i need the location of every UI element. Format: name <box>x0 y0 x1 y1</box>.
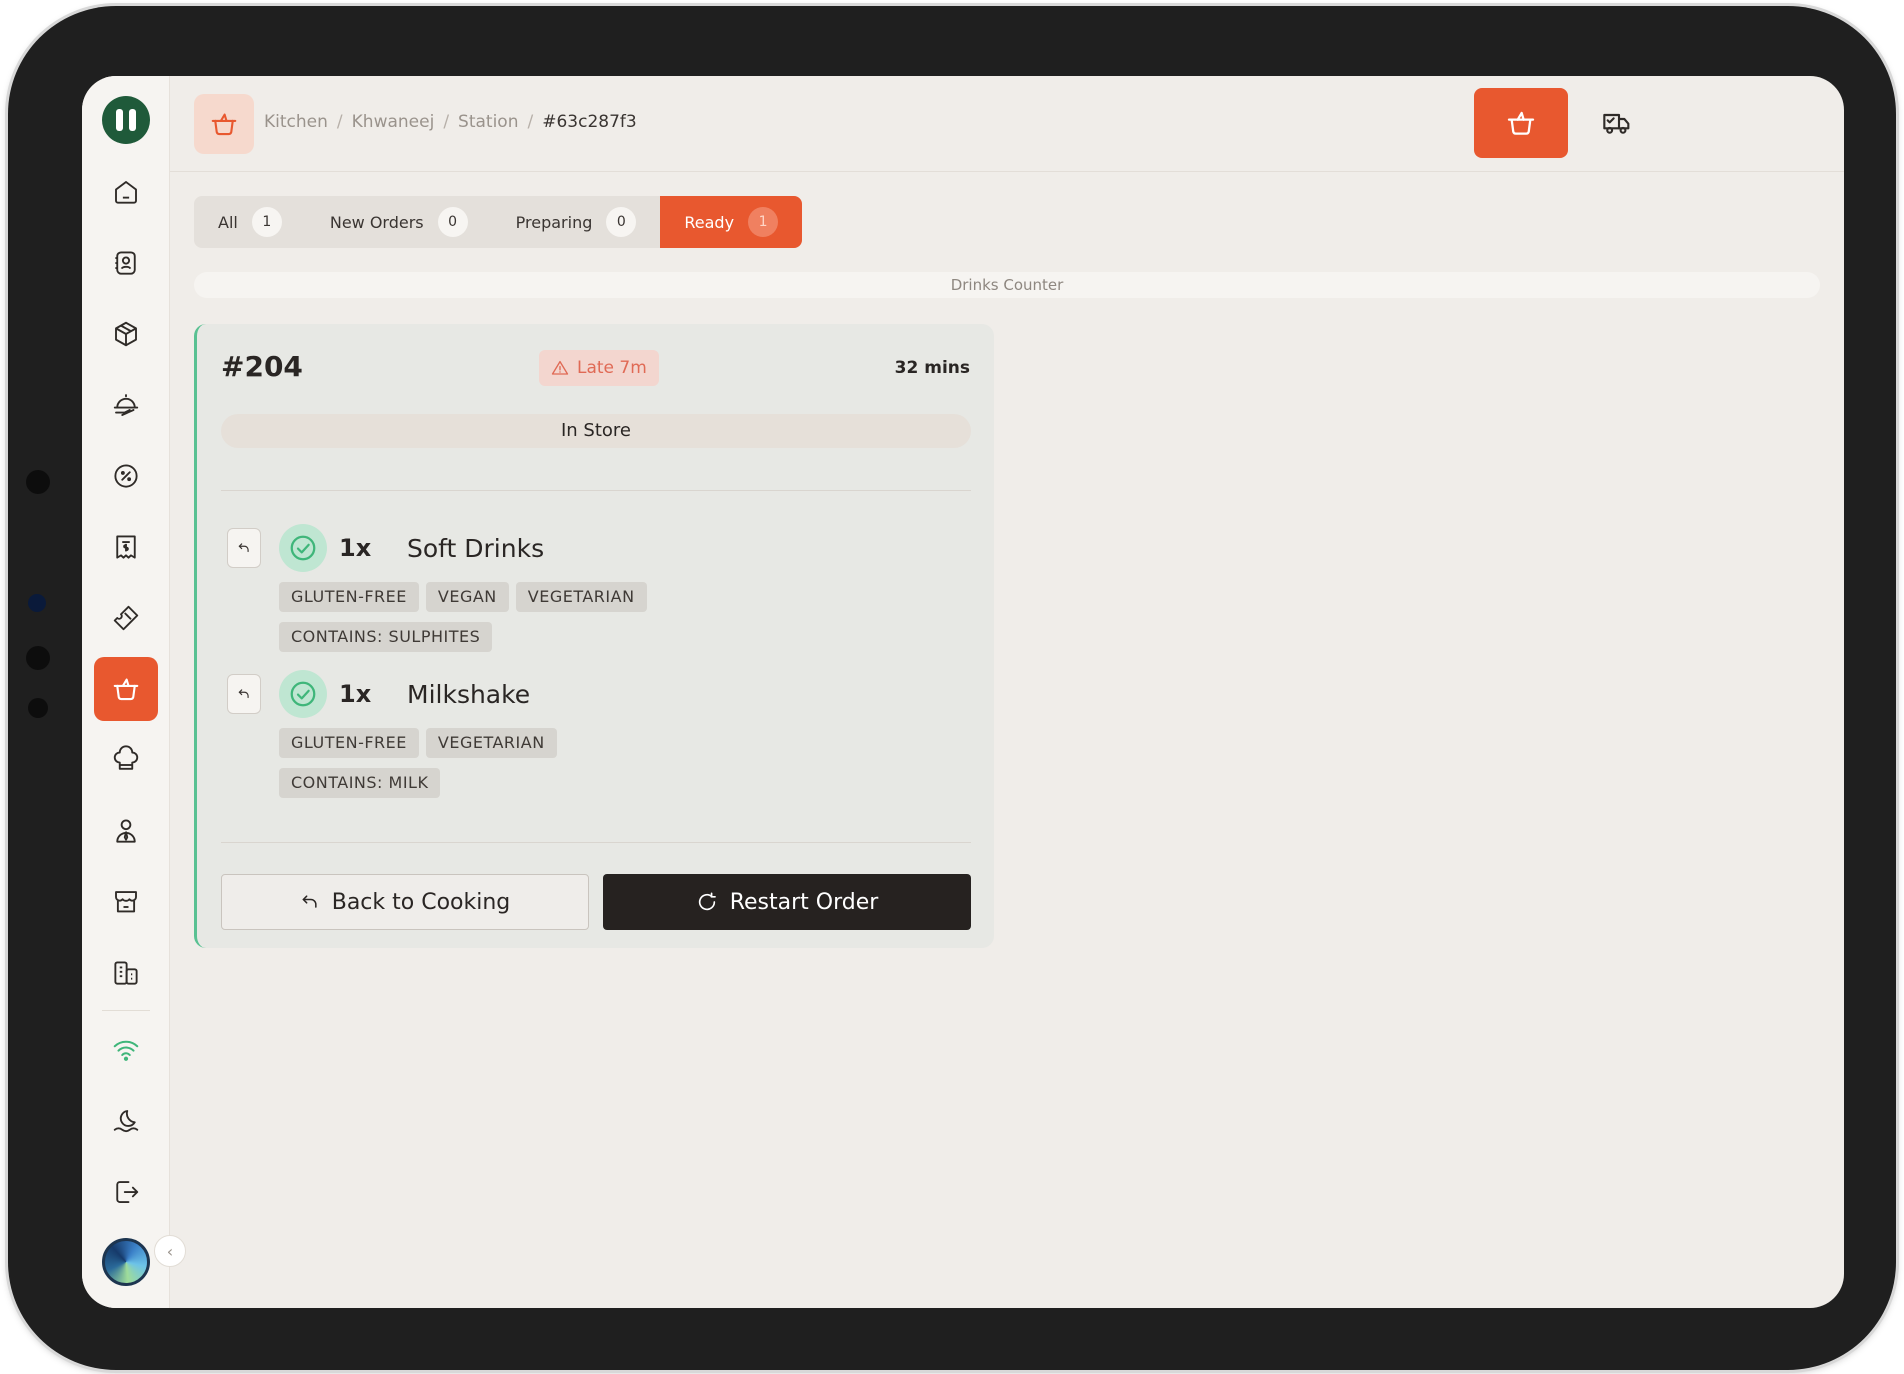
kitchen-pot-icon[interactable] <box>94 657 158 721</box>
tablet-frame: ‹ Kitchen / Khwaneej / Station / #63c287… <box>8 6 1896 1370</box>
sidebar-divider <box>102 1010 150 1011</box>
tab-new-orders[interactable]: New Orders 0 <box>306 196 492 248</box>
logout-icon[interactable] <box>94 1160 158 1224</box>
allergen-tags: CONTAINS: SULPHITES <box>279 622 499 652</box>
undo-icon <box>302 895 317 908</box>
tab-label: New Orders <box>329 212 424 232</box>
night-mode-icon[interactable] <box>94 1089 158 1153</box>
sensor-dot <box>26 646 50 670</box>
tab-label: All <box>218 212 238 232</box>
delivery-truck-icon <box>1603 113 1630 134</box>
chef-hat-icon[interactable] <box>94 728 158 792</box>
sidebar <box>82 76 170 1308</box>
elapsed-time: 32 mins <box>894 358 970 378</box>
delivery-view-button[interactable] <box>1582 88 1652 158</box>
store-icon[interactable] <box>94 870 158 934</box>
back-to-cooking-label: Back to Cooking <box>331 889 511 915</box>
item-quantity: 1x <box>339 534 372 562</box>
receipt-icon[interactable] <box>94 515 158 579</box>
kitchen-view-button[interactable] <box>1474 88 1568 158</box>
dietary-tag: VEGETARIAN <box>425 728 557 758</box>
tab-preparing[interactable]: Preparing 0 <box>492 196 661 248</box>
tab-count-badge: 0 <box>606 207 637 237</box>
dietary-tags: GLUTEN-FREE VEGETARIAN <box>279 728 564 758</box>
camera-dot <box>26 470 50 494</box>
undo-icon <box>238 689 249 699</box>
dietary-tag: VEGETARIAN <box>515 582 647 612</box>
dietary-tag: GLUTEN-FREE <box>279 582 419 612</box>
restart-order-button[interactable]: Restart Order <box>603 874 971 930</box>
tab-count-badge: 1 <box>251 207 282 237</box>
tab-count-badge: 0 <box>437 207 468 237</box>
tab-count-badge: 1 <box>748 207 779 237</box>
check-circle-icon <box>290 535 316 561</box>
undo-item-button[interactable] <box>227 674 261 714</box>
kitchen-pot-icon <box>1507 111 1535 135</box>
item-done-check[interactable] <box>279 670 327 718</box>
late-label: Late 7m <box>577 358 647 378</box>
item-done-check[interactable] <box>279 524 327 572</box>
contacts-icon[interactable] <box>94 231 158 295</box>
header: Kitchen / Khwaneej / Station / #63c287f3 <box>170 76 1844 172</box>
building-icon[interactable] <box>94 941 158 1005</box>
tab-all[interactable]: All 1 <box>194 196 306 248</box>
camera-lens <box>28 594 46 612</box>
item-name: Soft Drinks <box>407 534 545 563</box>
status-tabs: All 1 New Orders 0 Preparing 0 Ready 1 <box>194 196 803 248</box>
item-quantity: 1x <box>339 680 372 708</box>
ticket-icon[interactable] <box>94 586 158 650</box>
order-number: #204 <box>221 350 303 383</box>
allergen-tag: CONTAINS: MILK <box>279 768 441 798</box>
allergen-tags: CONTAINS: MILK <box>279 768 447 798</box>
wifi-icon <box>94 1018 158 1082</box>
item-name: Milkshake <box>407 680 531 709</box>
chevron-left-icon: ‹ <box>166 1241 174 1261</box>
undo-item-button[interactable] <box>227 528 261 568</box>
home-icon[interactable] <box>94 160 158 224</box>
order-type-badge: In Store <box>221 414 971 448</box>
app-screen: ‹ Kitchen / Khwaneej / Station / #63c287… <box>82 76 1844 1308</box>
box-icon[interactable] <box>94 302 158 366</box>
tab-label: Preparing <box>515 212 593 232</box>
station-icon <box>194 94 254 154</box>
card-divider <box>221 842 971 843</box>
user-tie-icon[interactable] <box>94 799 158 863</box>
order-card: #204 Late 7m 32 mins In Store 1x Soft Dr… <box>194 324 994 948</box>
dietary-tag: VEGAN <box>425 582 509 612</box>
brand-logo[interactable] <box>102 96 150 144</box>
back-to-cooking-button[interactable]: Back to Cooking <box>221 874 589 930</box>
breadcrumb-station[interactable]: Station <box>458 112 518 132</box>
dietary-tag: GLUTEN-FREE <box>279 728 419 758</box>
collapse-sidebar-button[interactable]: ‹ <box>154 1235 186 1267</box>
food-delivery-icon[interactable] <box>94 373 158 437</box>
undo-icon <box>238 543 249 553</box>
station-name-bar: Drinks Counter <box>194 272 1820 298</box>
breadcrumb: Kitchen / Khwaneej / Station / #63c287f3 <box>264 112 637 132</box>
tab-label: Ready <box>684 212 735 232</box>
late-badge: Late 7m <box>539 350 659 386</box>
sensor-dot <box>28 698 48 718</box>
breadcrumb-kitchen[interactable]: Kitchen <box>264 112 328 132</box>
breadcrumb-separator: / <box>527 112 534 132</box>
check-circle-icon <box>290 681 316 707</box>
restart-order-label: Restart Order <box>729 889 879 915</box>
dietary-tags: GLUTEN-FREE VEGAN VEGETARIAN <box>279 582 654 612</box>
card-divider <box>221 490 971 491</box>
discount-icon[interactable] <box>94 444 158 508</box>
warning-icon <box>551 360 569 375</box>
refresh-icon <box>698 892 716 911</box>
avatar[interactable] <box>102 1238 150 1286</box>
breadcrumb-separator: / <box>336 112 343 132</box>
tab-ready[interactable]: Ready 1 <box>660 196 803 248</box>
allergen-tag: CONTAINS: SULPHITES <box>279 622 493 652</box>
breadcrumb-current: #63c287f3 <box>542 112 637 132</box>
breadcrumb-separator: / <box>443 112 450 132</box>
breadcrumb-khwaneej[interactable]: Khwaneej <box>352 112 435 132</box>
